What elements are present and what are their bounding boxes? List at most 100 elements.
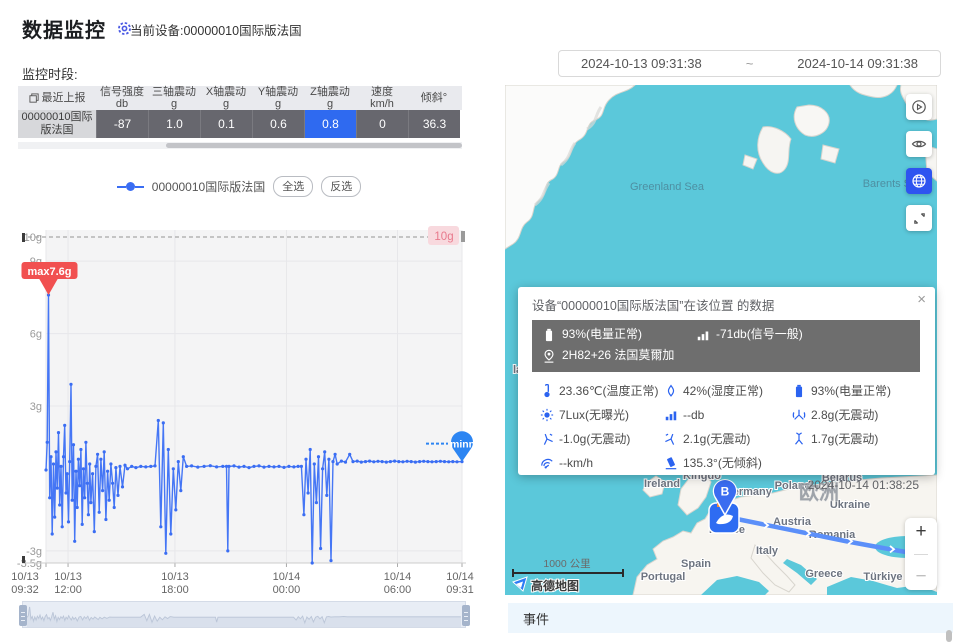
y-axis-handle-bottom[interactable] [22, 556, 25, 563]
svg-text:max7.6g: max7.6g [27, 266, 71, 278]
page-title: 数据监控 [22, 14, 106, 43]
svg-text:10g: 10g [434, 231, 453, 243]
globe-icon [911, 173, 927, 189]
expand-icon [912, 211, 927, 226]
report-icon [29, 93, 40, 104]
table-header-triaxial: 三轴震动 g [148, 86, 200, 110]
svg-text:10g: 10g [24, 232, 42, 244]
svg-text:10/14: 10/14 [273, 571, 301, 583]
legend-series-label[interactable]: 00000010国际版法国 [152, 178, 265, 195]
popup-title: 设备“00000010国际版法国”在该位置 的数据 [518, 287, 935, 320]
z-vib-cell-highlighted[interactable]: 0.8 [304, 110, 356, 138]
metric-signal: --db [664, 406, 792, 423]
svg-text:09:32: 09:32 [11, 584, 39, 596]
legend-marker-icon[interactable] [117, 182, 144, 191]
table-header-device: 最近上报 [18, 86, 96, 110]
battery-icon [542, 328, 556, 342]
metric-vibration-x: -1.0g(无震动) [540, 430, 664, 447]
metric-vibration-y: 2.1g(无震动) [664, 430, 792, 447]
location-pin-icon [542, 349, 556, 363]
amap-logo-text: 高德地图 [531, 578, 579, 593]
date-end[interactable]: 2024-10-14 09:31:38 [797, 56, 918, 71]
zoom-out-button[interactable]: − [915, 567, 926, 586]
table-horizontal-scrollbar[interactable] [18, 142, 462, 149]
invert-select-button[interactable]: 反选 [321, 176, 361, 197]
zoom-in-button[interactable]: + [915, 522, 926, 541]
datazoom-waveform [23, 602, 465, 627]
datazoom-slider[interactable] [22, 601, 466, 628]
status-signal: -71db(信号一般) [696, 324, 803, 345]
play-icon [918, 105, 922, 110]
monitor-period-label: 监控时段: [22, 64, 78, 83]
table-header-z: Z轴震动 g [304, 86, 356, 110]
page-header: 数据监控 [22, 14, 133, 43]
vibration-y-icon [664, 432, 678, 446]
datazoom-handle-left[interactable] [19, 605, 27, 626]
map-label: Greenland Sea [630, 181, 705, 193]
speed-cell: 0 [356, 110, 408, 138]
map-fullscreen-button[interactable] [906, 205, 932, 231]
events-scrollbar-thumb[interactable] [946, 630, 952, 642]
table-header-speed: 速度 km/h [356, 86, 408, 110]
metric-speed: --km/h [540, 454, 664, 471]
vibration-line-chart[interactable]: 10g9g6g3g-3g-3.5g10/13 09:3210/13 12:001… [0, 222, 478, 597]
table-header-y: Y轴震动 g [252, 86, 304, 110]
metric-temperature: 23.36℃(温度正常) [540, 382, 664, 399]
table-header-text: 最近上报 [42, 92, 86, 104]
date-range-picker[interactable]: 2024-10-13 09:31:38 ~ 2024-10-14 09:31:3… [558, 50, 941, 77]
sun-icon [540, 408, 554, 422]
scale-bar-label: 1000 公里 [543, 558, 590, 570]
svg-text:00:00: 00:00 [273, 584, 301, 596]
metric-vibration-z: 1.7g(无震动) [792, 430, 921, 447]
signal-icon [696, 328, 710, 342]
table-header-x: X轴震动 g [200, 86, 252, 110]
y-vib-cell: 0.6 [252, 110, 304, 138]
signal-cell: -87 [96, 110, 148, 138]
chart-legend: 00000010国际版法国 全选 反选 [0, 176, 478, 197]
events-title: 事件 [523, 609, 549, 628]
popup-status-bar: 93%(电量正常) -71db(信号一般) 2H82+26 法国莫爾加 [532, 320, 920, 372]
amap-logo[interactable]: 高德地图 [513, 577, 579, 593]
thermometer-icon [540, 384, 554, 398]
map-zoom-control: + − [905, 518, 937, 590]
scrollbar-thumb[interactable] [166, 143, 462, 148]
metric-battery: 93%(电量正常) [792, 382, 921, 399]
data-monitor-page: 数据监控 当前设备:00000010国际版法国 监控时段: 最近上报 信号强度 … [0, 0, 965, 642]
vibration-icon [792, 408, 806, 422]
map-globe-button[interactable] [906, 168, 932, 194]
map-label: Greece [805, 568, 842, 580]
svg-text:12:00: 12:00 [54, 584, 82, 596]
datazoom-handle-right[interactable] [462, 605, 470, 626]
current-device-label: 当前设备:00000010国际版法国 [130, 20, 302, 39]
table-row[interactable]: 00000010国际版法国 -87 1.0 0.1 0.6 0.8 0 36.3 [18, 110, 462, 138]
metric-vibration-total: 2.8g(无震动) [792, 406, 921, 423]
svg-text:-3.5g: -3.5g [17, 558, 42, 570]
humidity-droplet-icon [664, 384, 678, 398]
date-start[interactable]: 2024-10-13 09:31:38 [581, 56, 702, 71]
select-all-button[interactable]: 全选 [273, 176, 313, 197]
vibration-x-icon [540, 432, 554, 446]
map-label: Spain [681, 558, 711, 570]
map-visibility-button[interactable] [906, 131, 932, 157]
popup-timestamp: 2024-10-14 01:38:25 [518, 478, 935, 492]
svg-text:6g: 6g [30, 329, 42, 341]
zoom-slider[interactable] [914, 554, 928, 555]
battery-icon [792, 384, 806, 398]
plot-area[interactable] [46, 230, 462, 563]
device-table: 最近上报 信号强度 db 三轴震动 g X轴震动 g Y轴震动 g Z轴震动 g… [18, 86, 462, 138]
svg-text:10/14: 10/14 [446, 571, 474, 583]
map-play-button[interactable] [906, 94, 932, 120]
table-header-row: 最近上报 信号强度 db 三轴震动 g X轴震动 g Y轴震动 g Z轴震动 g… [18, 86, 462, 110]
table-header-signal: 信号强度 db [96, 86, 148, 110]
map-label: Italy [756, 545, 779, 557]
svg-text:minnull: minnull [450, 439, 478, 451]
svg-text:09:31: 09:31 [446, 584, 474, 596]
y-axis-handle-top[interactable] [22, 233, 25, 242]
device-name-cell[interactable]: 00000010国际版法国 [18, 110, 96, 138]
popup-close-icon[interactable]: × [917, 292, 926, 307]
svg-text:10/13: 10/13 [11, 571, 39, 583]
svg-text:06:00: 06:00 [384, 584, 412, 596]
svg-text:3g: 3g [30, 401, 42, 413]
signal-icon [664, 408, 678, 422]
popup-metrics-grid: 23.36℃(温度正常) 42%(湿度正常) 93%(电量正常) 7Lux(无曝… [518, 372, 935, 473]
